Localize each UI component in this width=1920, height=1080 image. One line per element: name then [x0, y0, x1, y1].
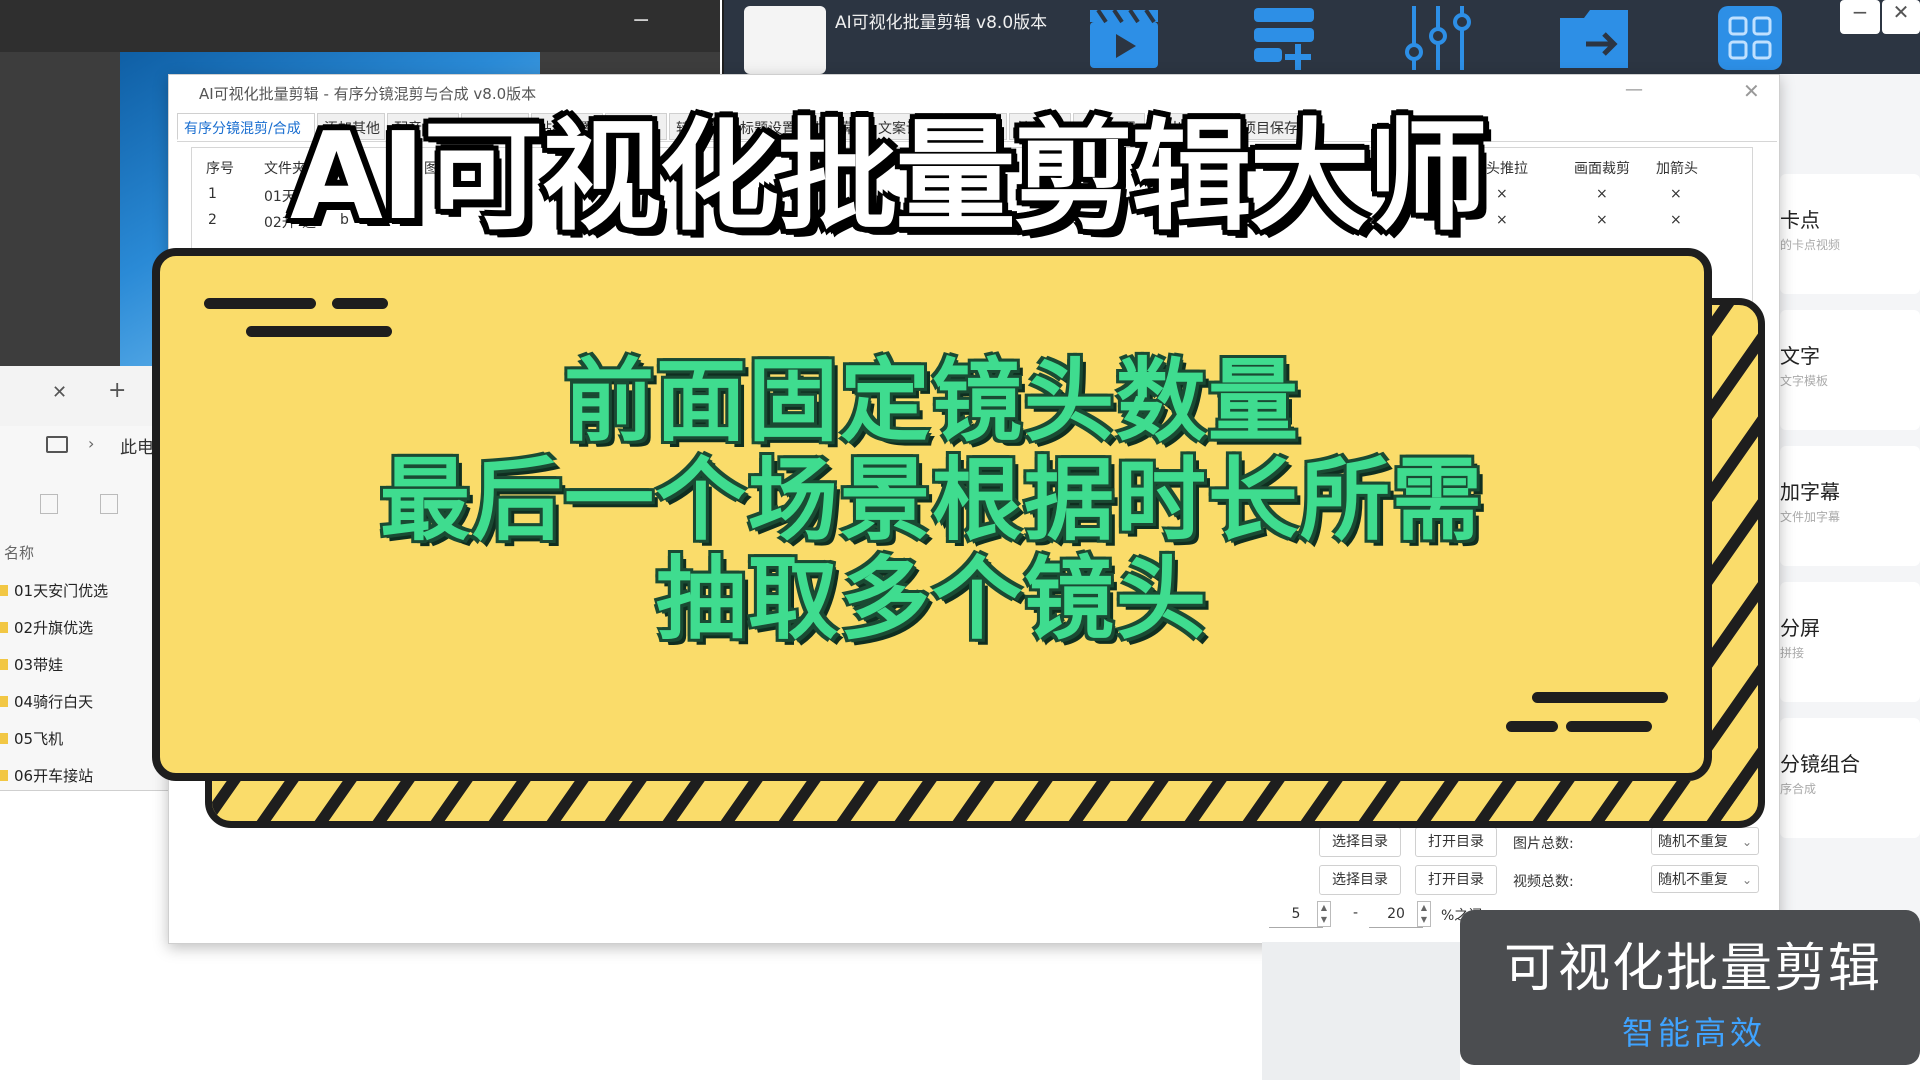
copy-icon[interactable] — [40, 494, 58, 514]
app-title: AI可视化批量剪辑 v8.0版本 — [835, 13, 1048, 33]
minimize-button[interactable]: − — [1840, 0, 1880, 34]
background-window-titlebar — [0, 0, 720, 52]
banner-message: 前面固定镜头数量 最后一个场景根据时长所需 抽取多个镜头 — [160, 352, 1704, 649]
table-header-index: 序号 — [206, 161, 234, 177]
sliders-icon[interactable] — [1400, 4, 1476, 72]
feature-card-text[interactable]: 文字 文字模板 — [1780, 310, 1920, 430]
chevron-down-icon: ⌄ — [1741, 835, 1752, 849]
video-clapper-icon[interactable] — [1086, 4, 1162, 72]
add-list-icon[interactable] — [1246, 4, 1322, 72]
image-total-label: 图片总数: — [1513, 836, 1574, 852]
explorer-tab-close-icon[interactable]: ✕ — [52, 382, 67, 403]
rename-icon[interactable] — [100, 494, 118, 514]
chevron-down-icon: ⌄ — [1741, 873, 1752, 887]
explorer-breadcrumb[interactable]: 此电 — [120, 433, 154, 458]
folder-icon — [0, 659, 8, 670]
range-max-input[interactable]: 20 — [1369, 901, 1423, 928]
open-dir-button[interactable]: 打开目录 — [1415, 827, 1497, 857]
open-dir-button[interactable]: 打开目录 — [1415, 865, 1497, 895]
table-header-crop: 画面裁剪 — [1574, 161, 1630, 177]
feature-card-shot-combine[interactable]: 分镜组合 序合成 — [1780, 718, 1920, 838]
video-total-label: 视频总数: — [1513, 874, 1574, 890]
preview-strip — [1262, 942, 1460, 1080]
video-mode-select[interactable]: 随机不重复 ⌄ — [1651, 865, 1759, 893]
folder-icon — [0, 733, 8, 744]
chevron-right-icon: › — [88, 434, 95, 453]
headline-title: AI可视化批量剪辑大师 — [290, 108, 1488, 247]
range-min-input[interactable]: 5 — [1269, 901, 1323, 928]
app-logo-thumbnail — [744, 6, 826, 74]
banner-line-1: 前面固定镜头数量 — [564, 349, 1300, 454]
banner-deco-line — [204, 298, 316, 309]
range-separator: - — [1353, 905, 1359, 921]
select-dir-button[interactable]: 选择目录 — [1319, 865, 1401, 895]
feature-card-subtitles[interactable]: 加字幕 文件加字幕 — [1780, 446, 1920, 566]
folder-icon — [0, 696, 8, 707]
computer-icon[interactable] — [46, 436, 68, 453]
banner-line-2: 最后一个场景根据时长所需 — [380, 448, 1484, 553]
folder-icon — [0, 770, 8, 781]
select-dir-button[interactable]: 选择目录 — [1319, 827, 1401, 857]
dialog-close-button[interactable]: ✕ — [1743, 79, 1760, 103]
banner-deco-line — [1506, 721, 1558, 732]
banner-deco-line — [1532, 692, 1668, 703]
dialog-minimize-button[interactable]: — — [1625, 79, 1643, 100]
range-max-stepper[interactable]: ▲ ▼ — [1417, 901, 1431, 927]
banner-deco-line — [246, 326, 392, 337]
close-button[interactable]: ✕ — [1882, 0, 1920, 34]
callout-banner: 前面固定镜头数量 最后一个场景根据时长所需 抽取多个镜头 — [152, 248, 1712, 781]
table-header-arrow: 加箭头 — [1656, 161, 1698, 177]
range-min-stepper[interactable]: ▲ ▼ — [1317, 901, 1331, 927]
image-mode-select[interactable]: 随机不重复 ⌄ — [1651, 827, 1759, 855]
folder-icon — [0, 622, 8, 633]
banner-deco-line — [1566, 721, 1652, 732]
banner-line-3: 抽取多个镜头 — [656, 547, 1208, 652]
feature-card-split-screen[interactable]: 分屏 拼接 — [1780, 582, 1920, 702]
folder-icon — [0, 585, 8, 596]
banner-deco-line — [332, 298, 388, 309]
folder-export-icon[interactable] — [1556, 4, 1632, 72]
brand-title: 可视化批量剪辑 — [1504, 939, 1883, 999]
feature-card-beat-sync[interactable]: 卡点 的卡点视频 — [1780, 174, 1920, 294]
dialog-title: AI可视化批量剪辑 - 有序分镜混剪与合成 v8.0版本 — [199, 85, 537, 103]
feature-panel: 卡点 的卡点视频 文字 文字模板 加字幕 文件加字幕 分屏 拼接 分镜组合 序合… — [1770, 74, 1920, 920]
grid-apps-icon[interactable] — [1714, 4, 1790, 72]
background-window-minimize-button[interactable]: − — [632, 8, 650, 33]
brand-slogan: 智能高效 — [1622, 1014, 1767, 1052]
brand-card: 可视化批量剪辑 智能高效 — [1460, 910, 1920, 1065]
explorer-column-name[interactable]: 名称 — [4, 542, 34, 563]
explorer-new-tab-icon[interactable]: + — [108, 378, 126, 403]
